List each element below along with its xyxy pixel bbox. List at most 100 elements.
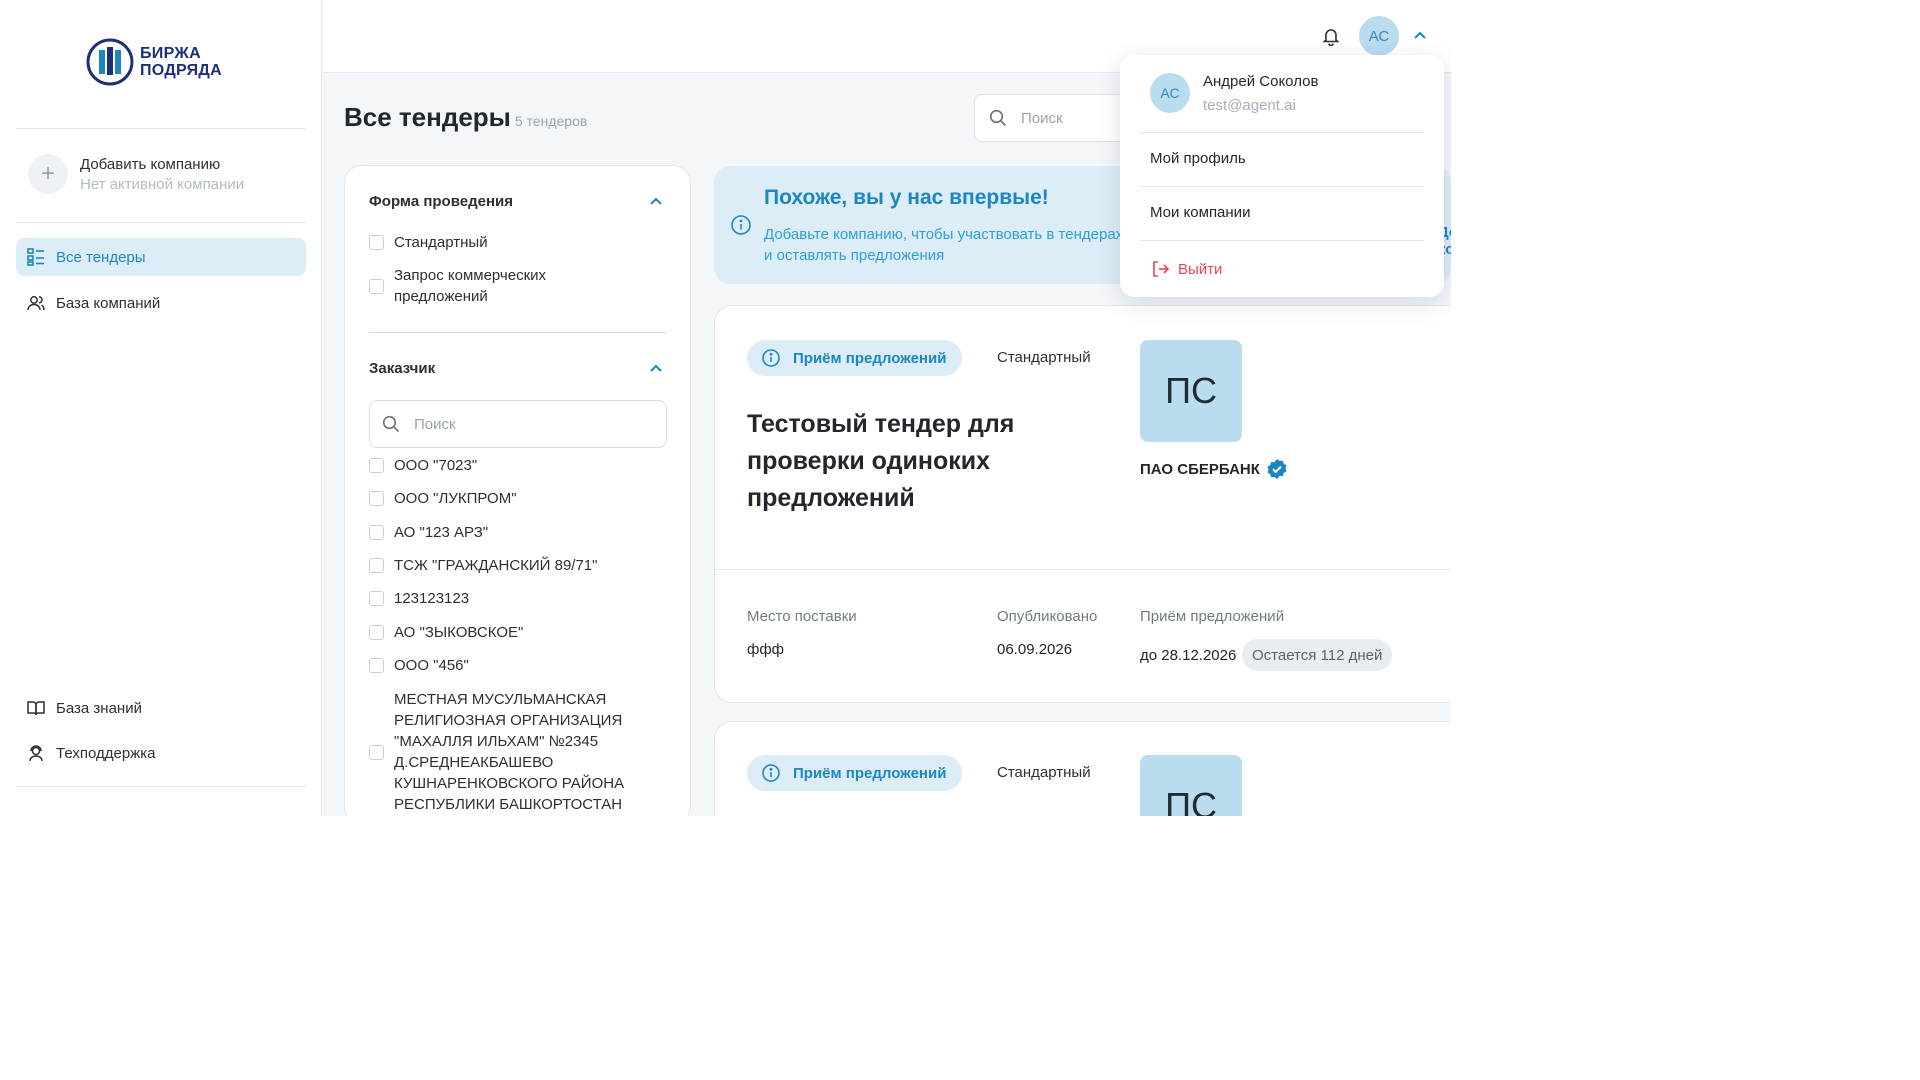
sidebar-divider: [16, 128, 306, 129]
filter-option-label: МЕСТНАЯ МУСУЛЬМАНСКАЯ РЕЛИГИОЗНАЯ ОРГАНИ…: [394, 691, 625, 813]
filter-option[interactable]: ТСЖ "ГРАЖДАНСКИЙ 89/71": [369, 555, 597, 576]
checkbox[interactable]: [369, 625, 384, 640]
banner-text: Добавьте компанию, чтобы участвовать в т…: [764, 226, 1124, 264]
checkbox[interactable]: [369, 491, 384, 506]
filter-option[interactable]: ООО "7023": [369, 455, 477, 476]
add-company-subtitle: Нет активной компании: [80, 175, 245, 193]
filter-divider: [369, 332, 667, 333]
user-avatar-button[interactable]: АС: [1359, 16, 1399, 56]
customer-logo: ПС: [1140, 755, 1242, 816]
tender-card[interactable]: Приём предложений Стандартный ПС ПАО СБЕ…: [714, 305, 1451, 703]
users-icon: [27, 296, 45, 311]
filter-option[interactable]: АО "123 АРЗ": [369, 522, 488, 543]
logo-mark-icon: [86, 38, 134, 86]
logo-line-2: ПОДРЯДА: [140, 62, 222, 79]
info-icon: [762, 764, 780, 782]
page-title: Все тендеры 5 тендеров: [344, 102, 587, 133]
filter-option[interactable]: ООО "456": [369, 655, 469, 676]
info-icon: [762, 349, 780, 367]
menu-divider: [1140, 132, 1424, 133]
checkbox[interactable]: [369, 658, 384, 673]
logo[interactable]: БИРЖА ПОДРЯДА: [86, 38, 222, 86]
book-icon: [27, 701, 45, 716]
sidebar-item-all-tenders[interactable]: Все тендеры: [16, 238, 306, 276]
search-placeholder: Поиск: [414, 415, 456, 433]
status-badge: Приём предложений: [747, 340, 963, 376]
menu-item-companies[interactable]: Мои компании: [1150, 204, 1250, 221]
filter-option[interactable]: АО "ЗЫКОВСКОЕ": [369, 622, 523, 643]
filter-form-heading[interactable]: Форма проведения: [369, 193, 513, 210]
avatar: АС: [1150, 73, 1190, 113]
sidebar-item-knowledge-base[interactable]: База знаний: [16, 689, 306, 727]
customer-search-input[interactable]: Поиск: [369, 400, 667, 448]
checkbox[interactable]: [369, 458, 384, 473]
filter-option[interactable]: Стандартный: [369, 232, 488, 253]
sidebar-item-label: База компаний: [56, 294, 161, 312]
checkbox[interactable]: [369, 235, 384, 250]
chevron-up-icon[interactable]: [1412, 28, 1428, 44]
logout-icon: [1153, 261, 1170, 277]
customer-name[interactable]: ПАО СБЕРБАНК: [1140, 458, 1288, 480]
support-icon: [29, 745, 43, 762]
tender-count: 5 тендеров: [514, 113, 588, 129]
user-email: test@agent.ai: [1203, 97, 1296, 114]
page-title-text: Все тендеры: [344, 102, 511, 132]
customer-logo: ПС: [1140, 340, 1242, 442]
filter-option-label: ТСЖ "ГРАЖДАНСКИЙ 89/71": [394, 557, 598, 574]
checkbox[interactable]: [369, 591, 384, 606]
filter-option[interactable]: Запрос коммерческих предложений: [369, 265, 629, 307]
sidebar: БИРЖА ПОДРЯДА + Добавить компанию Нет ак…: [0, 0, 322, 816]
filter-customer-heading[interactable]: Заказчик: [369, 360, 435, 377]
sidebar-item-label: Техподдержка: [56, 744, 156, 762]
sidebar-divider: [16, 786, 306, 787]
logo-text: БИРЖА ПОДРЯДА: [140, 45, 222, 79]
filter-option-label: 123123123: [394, 590, 470, 607]
filters-panel: Форма проведения Стандартный Запрос комм…: [344, 165, 691, 816]
logout-button[interactable]: Выйти: [1150, 259, 1222, 279]
search-icon: [382, 415, 400, 433]
checkbox[interactable]: [369, 558, 384, 573]
app-viewport: БИРЖА ПОДРЯДА + Добавить компанию Нет ак…: [0, 0, 1451, 816]
sidebar-item-label: Все тендеры: [56, 248, 146, 266]
status-badge: Приём предложений: [747, 755, 963, 791]
tender-search-input[interactable]: Поиск: [974, 94, 1134, 142]
sidebar-item-support[interactable]: Техподдержка: [16, 734, 306, 772]
published-value: 06.09.2026: [997, 641, 1073, 658]
logout-label: Выйти: [1178, 260, 1223, 278]
checkbox[interactable]: [369, 278, 384, 294]
add-company-title: Добавить компанию: [80, 155, 221, 173]
banner-title: Похоже, вы у нас впервые!: [764, 186, 1049, 209]
chevron-up-icon[interactable]: [648, 361, 664, 377]
info-icon: [731, 215, 751, 235]
sidebar-item-label: База знаний: [56, 699, 142, 717]
menu-divider: [1140, 240, 1424, 241]
verified-badge-icon: [1267, 459, 1287, 479]
place-value: ффф: [747, 641, 785, 658]
checkbox[interactable]: [369, 525, 384, 540]
deadline-label: Приём предложений: [1140, 608, 1285, 625]
sidebar-item-companies[interactable]: База компаний: [16, 284, 306, 322]
notifications-button[interactable]: [1313, 18, 1349, 54]
filter-option-label: Запрос коммерческих предложений: [394, 267, 547, 305]
checkbox[interactable]: [369, 744, 384, 760]
plus-icon: +: [28, 154, 68, 194]
filter-option-label: АО "ЗЫКОВСКОЕ": [394, 624, 524, 641]
filter-option[interactable]: ООО "ЛУКПРОМ": [369, 488, 517, 509]
days-left-badge: Остается 112 дней: [1242, 639, 1393, 671]
tender-form-type: Стандартный: [997, 349, 1091, 366]
filter-option-label: ООО "7023": [394, 457, 478, 474]
chevron-up-icon[interactable]: [648, 194, 664, 210]
add-company-button[interactable]: + Добавить компанию Нет активной компани…: [28, 154, 244, 194]
user-dropdown-menu: АС Андрей Соколов test@agent.ai Мой проф…: [1120, 55, 1444, 297]
filter-option-label: АО "123 АРЗ": [394, 524, 489, 541]
menu-item-profile[interactable]: Мой профиль: [1150, 150, 1246, 167]
deadline-value: до 28.12.2026: [1140, 647, 1237, 664]
place-label: Место поставки: [747, 608, 857, 625]
filter-option[interactable]: МЕСТНАЯ МУСУЛЬМАНСКАЯ РЕЛИГИОЗНАЯ ОРГАНИ…: [369, 689, 659, 815]
status-text: Приём предложений: [793, 349, 947, 367]
tender-card[interactable]: Приём предложений Стандартный ПС: [714, 721, 1451, 816]
menu-divider: [1140, 186, 1424, 187]
tender-title[interactable]: Тестовый тендер для проверки одиноких пр…: [747, 406, 1077, 517]
filter-option[interactable]: 123123123: [369, 588, 469, 609]
filter-option-label: Стандартный: [394, 234, 488, 251]
